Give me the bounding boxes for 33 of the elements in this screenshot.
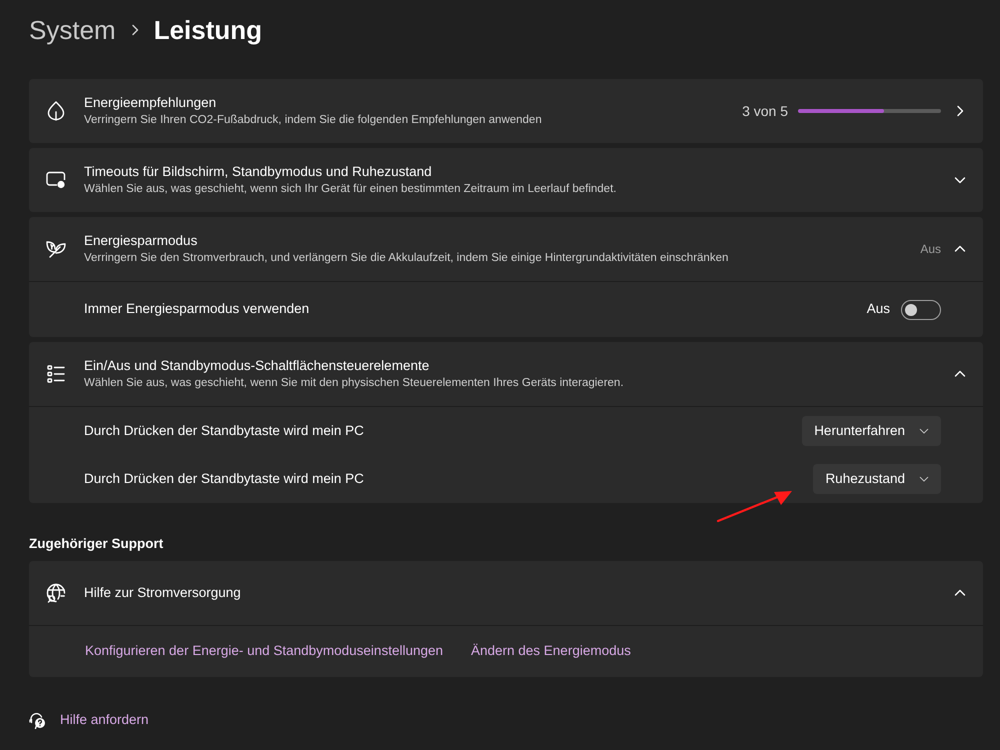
link[interactable]: Konfigurieren der Energie- und Standbymoduseinstellungen: [85, 641, 443, 662]
leaves-icon: [46, 240, 66, 258]
card-description: Wählen Sie aus, was geschieht, wenn sich Ihr Gerät für einen bestimmten Zeitraum im Leerlauf befindet.: [84, 182, 618, 197]
setting-label: Immer Energiesparmodus verwenden: [84, 300, 310, 318]
help-link[interactable]: Hilfe anfordern: [60, 710, 149, 730]
chevron-right-icon: [130, 24, 140, 36]
list-icon: [47, 365, 65, 383]
card-title: Energiesparmodus: [84, 232, 198, 250]
setting-label: Durch Drücken der Standbytaste wird mein PC: [84, 422, 364, 440]
card-description: Verringern Sie den Stromverbrauch, und verlängern Sie die Akkulaufzeit, indem Sie einige Hintergrundaktivitäten einschränken: [84, 251, 730, 266]
chevron-down-icon[interactable]: [919, 474, 929, 484]
monitor-moon-icon: [46, 171, 66, 189]
dropdown[interactable]: Herunterfahren: [802, 416, 941, 446]
dropdown[interactable]: Ruhezustand: [813, 464, 941, 494]
toggle-switch[interactable]: [901, 300, 941, 320]
setting-label: Durch Drücken der Standbytaste wird mein PC: [84, 470, 364, 488]
link[interactable]: Ändern des Energiemodus: [471, 641, 631, 662]
help-chat-icon: [29, 712, 46, 728]
card-title: Timeouts für Bildschirm, Standbymodus und Ruhezustand: [84, 163, 433, 181]
progress-text: 3 von 5: [742, 102, 788, 120]
card-description: Verringern Sie Ihren CO2-Fußabdruck, indem Sie die folgenden Empfehlungen anwenden: [84, 113, 543, 128]
card-description: Wählen Sie aus, was geschieht, wenn Sie mit den physischen Steuerelementen Ihres Geräts interagieren.: [84, 376, 625, 391]
leaf-icon: [47, 101, 65, 121]
card-title: Hilfe zur Stromversorgung: [84, 584, 242, 602]
card-title: Ein/Aus und Standbymodus-Schaltflächensteuerelemente: [84, 357, 430, 375]
toggle-state-text: Aus: [866, 300, 890, 318]
section-heading: Zugehöriger Support: [29, 535, 164, 553]
globe-search-icon: [46, 583, 66, 603]
breadcrumb-link[interactable]: System: [29, 10, 116, 50]
card-title: Energieempfehlungen: [84, 94, 218, 112]
status-text: Aus: [920, 241, 941, 258]
page-title: Leistung: [154, 14, 262, 46]
chevron-down-icon[interactable]: [919, 426, 929, 436]
